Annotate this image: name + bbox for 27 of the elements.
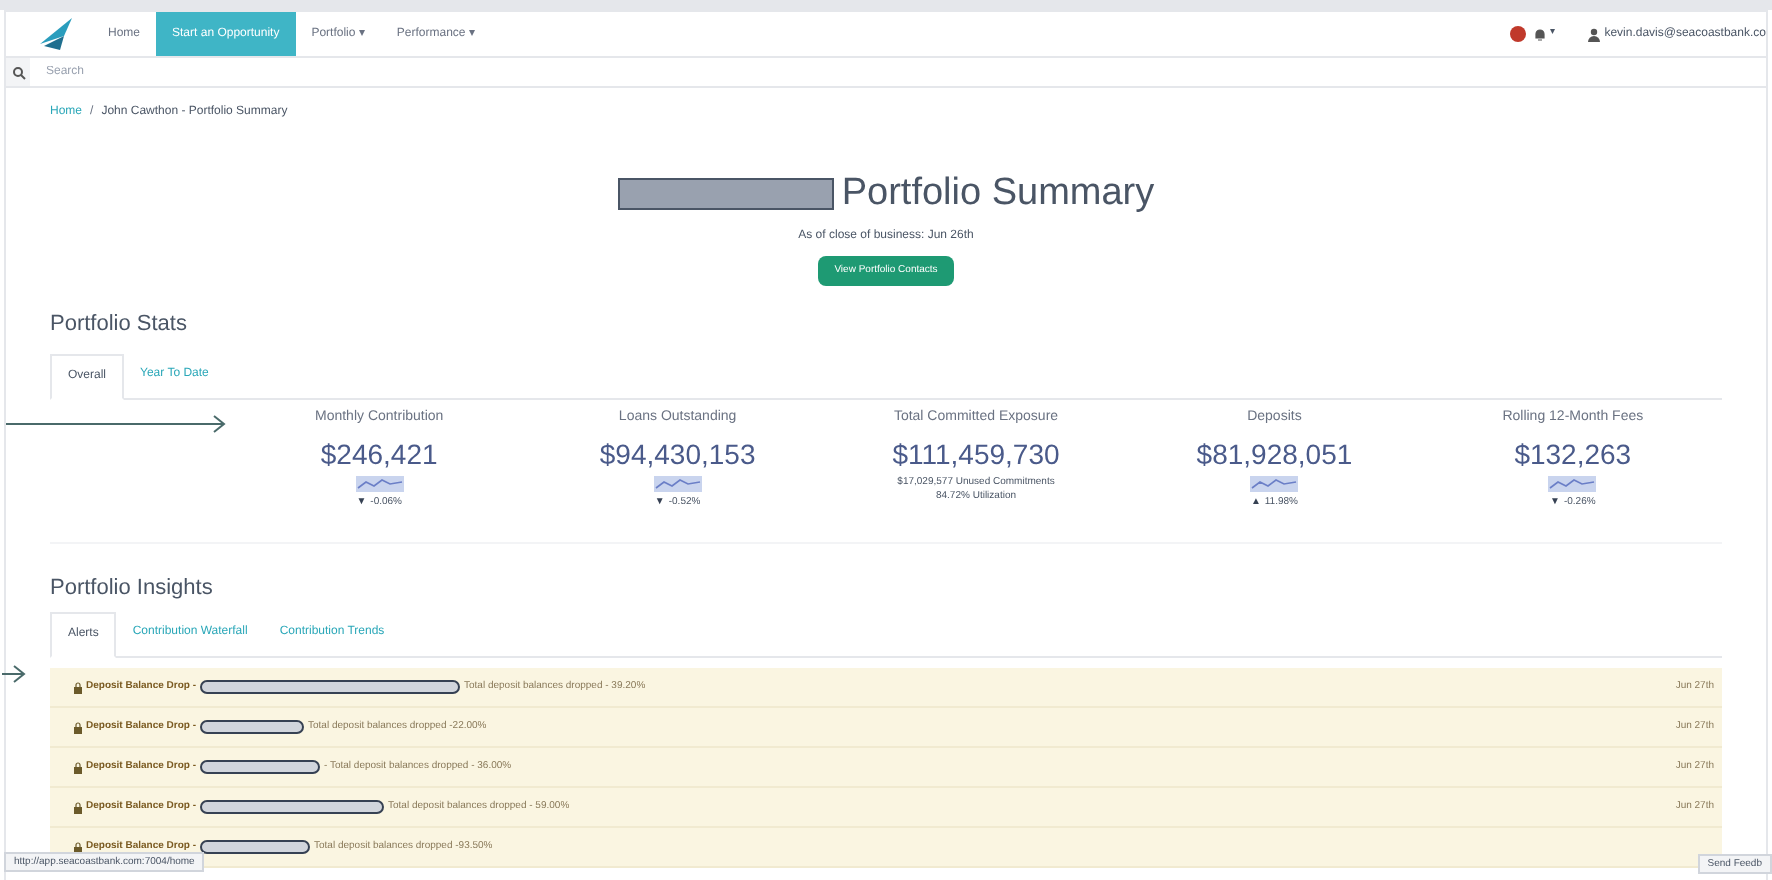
lock-icon (74, 761, 82, 773)
stat-value: $132,263 (1514, 436, 1632, 474)
redaction-bar (200, 840, 311, 854)
page-title: Portfolio Summary (841, 170, 1155, 218)
bird-logo[interactable] (36, 16, 76, 52)
search-icon (11, 65, 25, 79)
sparkline-chart (1250, 476, 1299, 492)
redaction-bar (200, 720, 305, 734)
sparkline-chart (355, 476, 404, 492)
arrow-icon (6, 413, 226, 433)
section-title: Portfolio Insights (50, 573, 215, 603)
stat-value: $81,928,051 (1196, 436, 1353, 474)
arrow-icon (2, 664, 26, 684)
stat-value: $94,430,153 (599, 436, 756, 474)
user-icon (1588, 27, 1601, 41)
stat-value: $246,421 (320, 436, 438, 474)
alert-badge-icon[interactable] (1510, 26, 1527, 42)
section-title: Portfolio Stats (50, 310, 189, 340)
redaction-bar (200, 760, 321, 774)
stat-value: $111,459,730 (892, 436, 1060, 474)
lock-icon (74, 801, 82, 813)
sparkline-chart (653, 476, 702, 492)
search-button[interactable] (6, 58, 30, 86)
bell-icon[interactable] (1534, 27, 1547, 41)
sparkline-chart (1548, 476, 1597, 492)
lock-icon (74, 681, 82, 693)
lock-icon (74, 721, 82, 733)
